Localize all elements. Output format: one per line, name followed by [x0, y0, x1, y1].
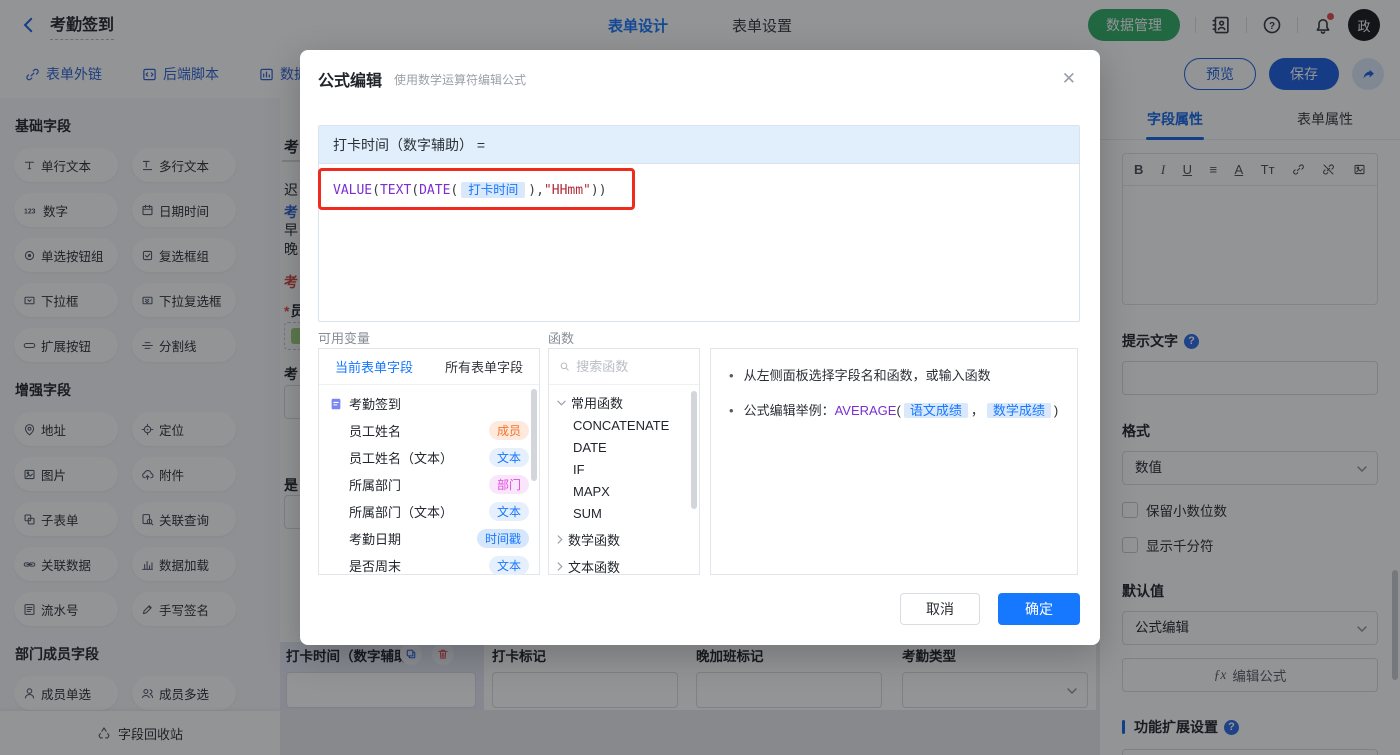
modal-title: 公式编辑: [318, 73, 383, 90]
form-doc-icon: [331, 398, 341, 409]
example-field-chip: 语文成绩: [903, 403, 968, 418]
function-group-collapsed[interactable]: 文本函数: [549, 553, 699, 580]
variable-item[interactable]: 所属部门（文本） 文本: [319, 498, 539, 525]
variable-item[interactable]: 员工姓名（文本） 文本: [319, 444, 539, 471]
formula-block: 打卡时间（数字辅助） = VALUE(TEXT(DATE(打卡时间),"HHmm…: [318, 125, 1080, 322]
search-icon: [560, 362, 569, 371]
close-icon[interactable]: ✕: [1062, 69, 1076, 89]
variable-item[interactable]: 考勤日期 时间戳: [319, 525, 539, 552]
function-item[interactable]: SUM: [549, 504, 699, 526]
example-field-chip: 数学成绩: [986, 403, 1051, 418]
function-group-expanded[interactable]: 常用函数: [549, 389, 699, 416]
type-badge: 时间戳: [476, 529, 529, 548]
cancel-button[interactable]: 取消: [900, 593, 980, 625]
help-example-line: 公式编辑举例：AVERAGE(语文成绩，数学成绩): [729, 400, 1059, 422]
type-badge: 文本: [488, 448, 529, 467]
variables-label: 可用变量: [318, 331, 371, 346]
functions-label: 函数: [548, 331, 575, 346]
type-badge: 部门: [488, 475, 529, 494]
tab-current-form-fields[interactable]: 当前表单字段: [319, 349, 429, 384]
variable-item[interactable]: 所属部门 部门: [319, 471, 539, 498]
variables-tree-root[interactable]: 考勤签到: [319, 390, 539, 417]
type-badge: 文本: [488, 502, 529, 521]
variable-item[interactable]: 员工姓名 成员: [319, 417, 539, 444]
caret-right-icon: [557, 535, 563, 544]
function-item[interactable]: IF: [549, 460, 699, 482]
function-group-collapsed[interactable]: 数学函数: [549, 526, 699, 553]
caret-right-icon: [557, 562, 563, 571]
function-item[interactable]: MAPX: [549, 482, 699, 504]
formula-target: 打卡时间（数字辅助） =: [319, 126, 1079, 164]
function-search-input[interactable]: [576, 359, 689, 374]
function-item[interactable]: CONCATENATE: [549, 416, 699, 438]
modal-subtitle: 使用数学运算符编辑公式: [394, 72, 527, 87]
scrollbar-thumb[interactable]: [691, 391, 697, 509]
confirm-button[interactable]: 确定: [998, 593, 1080, 625]
variable-item[interactable]: 是否周末 文本: [319, 552, 539, 579]
functions-panel: 常用函数 CONCATENATE DATE IF MAPX SUM 数学函数 文…: [548, 348, 700, 575]
type-badge: 文本: [488, 556, 529, 575]
function-search[interactable]: [549, 349, 699, 385]
caret-down-icon: [557, 400, 566, 406]
field-chip[interactable]: 打卡时间: [461, 182, 526, 198]
formula-editor-modal: 公式编辑 使用数学运算符编辑公式 ✕ 打卡时间（数字辅助） = VALUE(TE…: [300, 50, 1100, 645]
tab-all-form-fields[interactable]: 所有表单字段: [429, 349, 539, 384]
function-item[interactable]: DATE: [549, 438, 699, 460]
help-line: 从左侧面板选择字段名和函数，或输入函数: [729, 365, 1059, 387]
variables-panel: 当前表单字段 所有表单字段 考勤签到 员工姓名 成员 员工姓名（文本） 文本 所属部…: [318, 348, 540, 575]
help-panel: 从左侧面板选择字段名和函数，或输入函数 公式编辑举例：AVERAGE(语文成绩，…: [710, 348, 1078, 575]
formula-editor[interactable]: VALUE(TEXT(DATE(打卡时间),"HHmm")): [319, 164, 1079, 213]
scrollbar-thumb[interactable]: [531, 389, 537, 481]
type-badge: 成员: [488, 421, 529, 440]
